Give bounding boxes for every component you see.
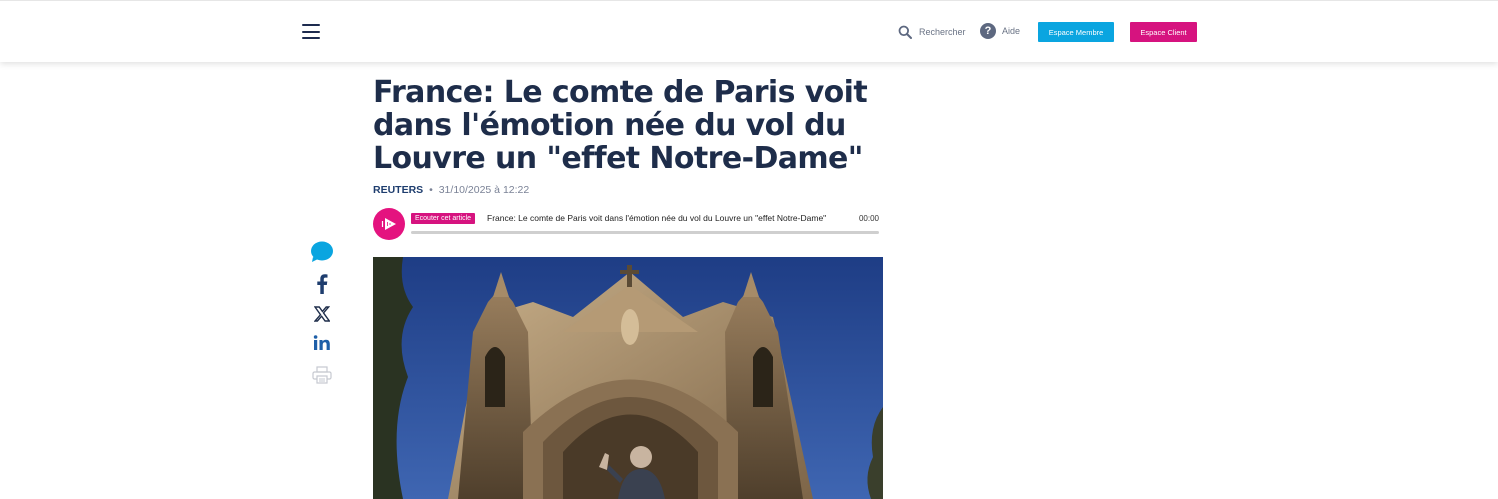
x-icon[interactable] [310,303,334,325]
article-photo [373,257,883,499]
search-icon [898,25,912,39]
byline-separator: • [429,184,433,196]
member-area-button[interactable]: Espace Membre [1038,22,1114,42]
search-label: Rechercher [919,27,966,37]
print-icon[interactable] [310,364,334,386]
facebook-icon[interactable] [310,273,334,295]
comment-icon[interactable] [310,241,334,263]
article-byline: REUTERS • 31/10/2025 à 12:22 [373,184,529,196]
menu-icon[interactable] [302,24,320,39]
play-icon [381,218,396,230]
audio-player: Ecouter cet article France: Le comte de … [373,208,879,240]
help-icon: ? [980,23,996,39]
article-source[interactable]: REUTERS [373,184,423,196]
player-title: France: Le comte de Paris voit dans l'ém… [487,213,827,223]
player-time: 00:00 [858,214,879,223]
article-date: 31/10/2025 à 12:22 [438,184,530,196]
client-area-button[interactable]: Espace Client [1130,22,1197,42]
player-progress-bar[interactable] [411,231,879,234]
help-label: Aide [1002,26,1021,36]
top-navigation-bar: Rechercher ? Aide Espace Membre Espace C… [0,0,1498,62]
listen-badge: Ecouter cet article [411,213,476,224]
help-button[interactable]: ? Aide [980,23,1020,39]
search-button[interactable]: Rechercher [898,25,966,39]
play-button[interactable] [373,208,405,240]
linkedin-icon[interactable] [310,332,334,354]
article-title: France: Le comte de Paris voit dans l'ém… [373,75,868,176]
